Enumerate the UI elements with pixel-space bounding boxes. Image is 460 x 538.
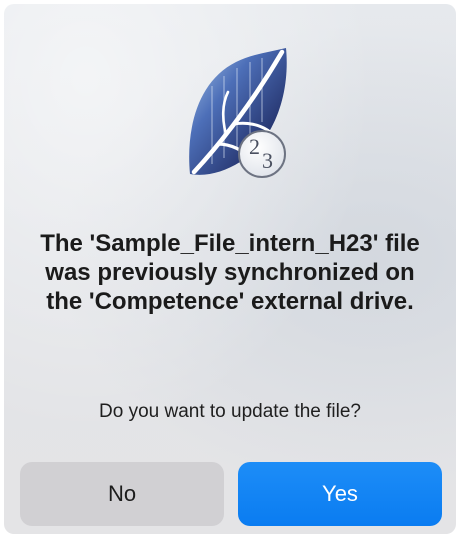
no-button[interactable]: No (20, 462, 224, 526)
yes-button[interactable]: Yes (238, 462, 442, 526)
dialog-title: The 'Sample_File_intern_H23' file was pr… (40, 230, 420, 315)
svg-text:3: 3 (262, 148, 273, 173)
sync-update-dialog: 2 3 The 'Sample_File_intern_H23' file wa… (4, 4, 456, 534)
dialog-message: Do you want to update the file? (99, 401, 361, 422)
svg-text:2: 2 (249, 134, 260, 159)
app-leaf-23-icon: 2 3 (189, 48, 287, 178)
